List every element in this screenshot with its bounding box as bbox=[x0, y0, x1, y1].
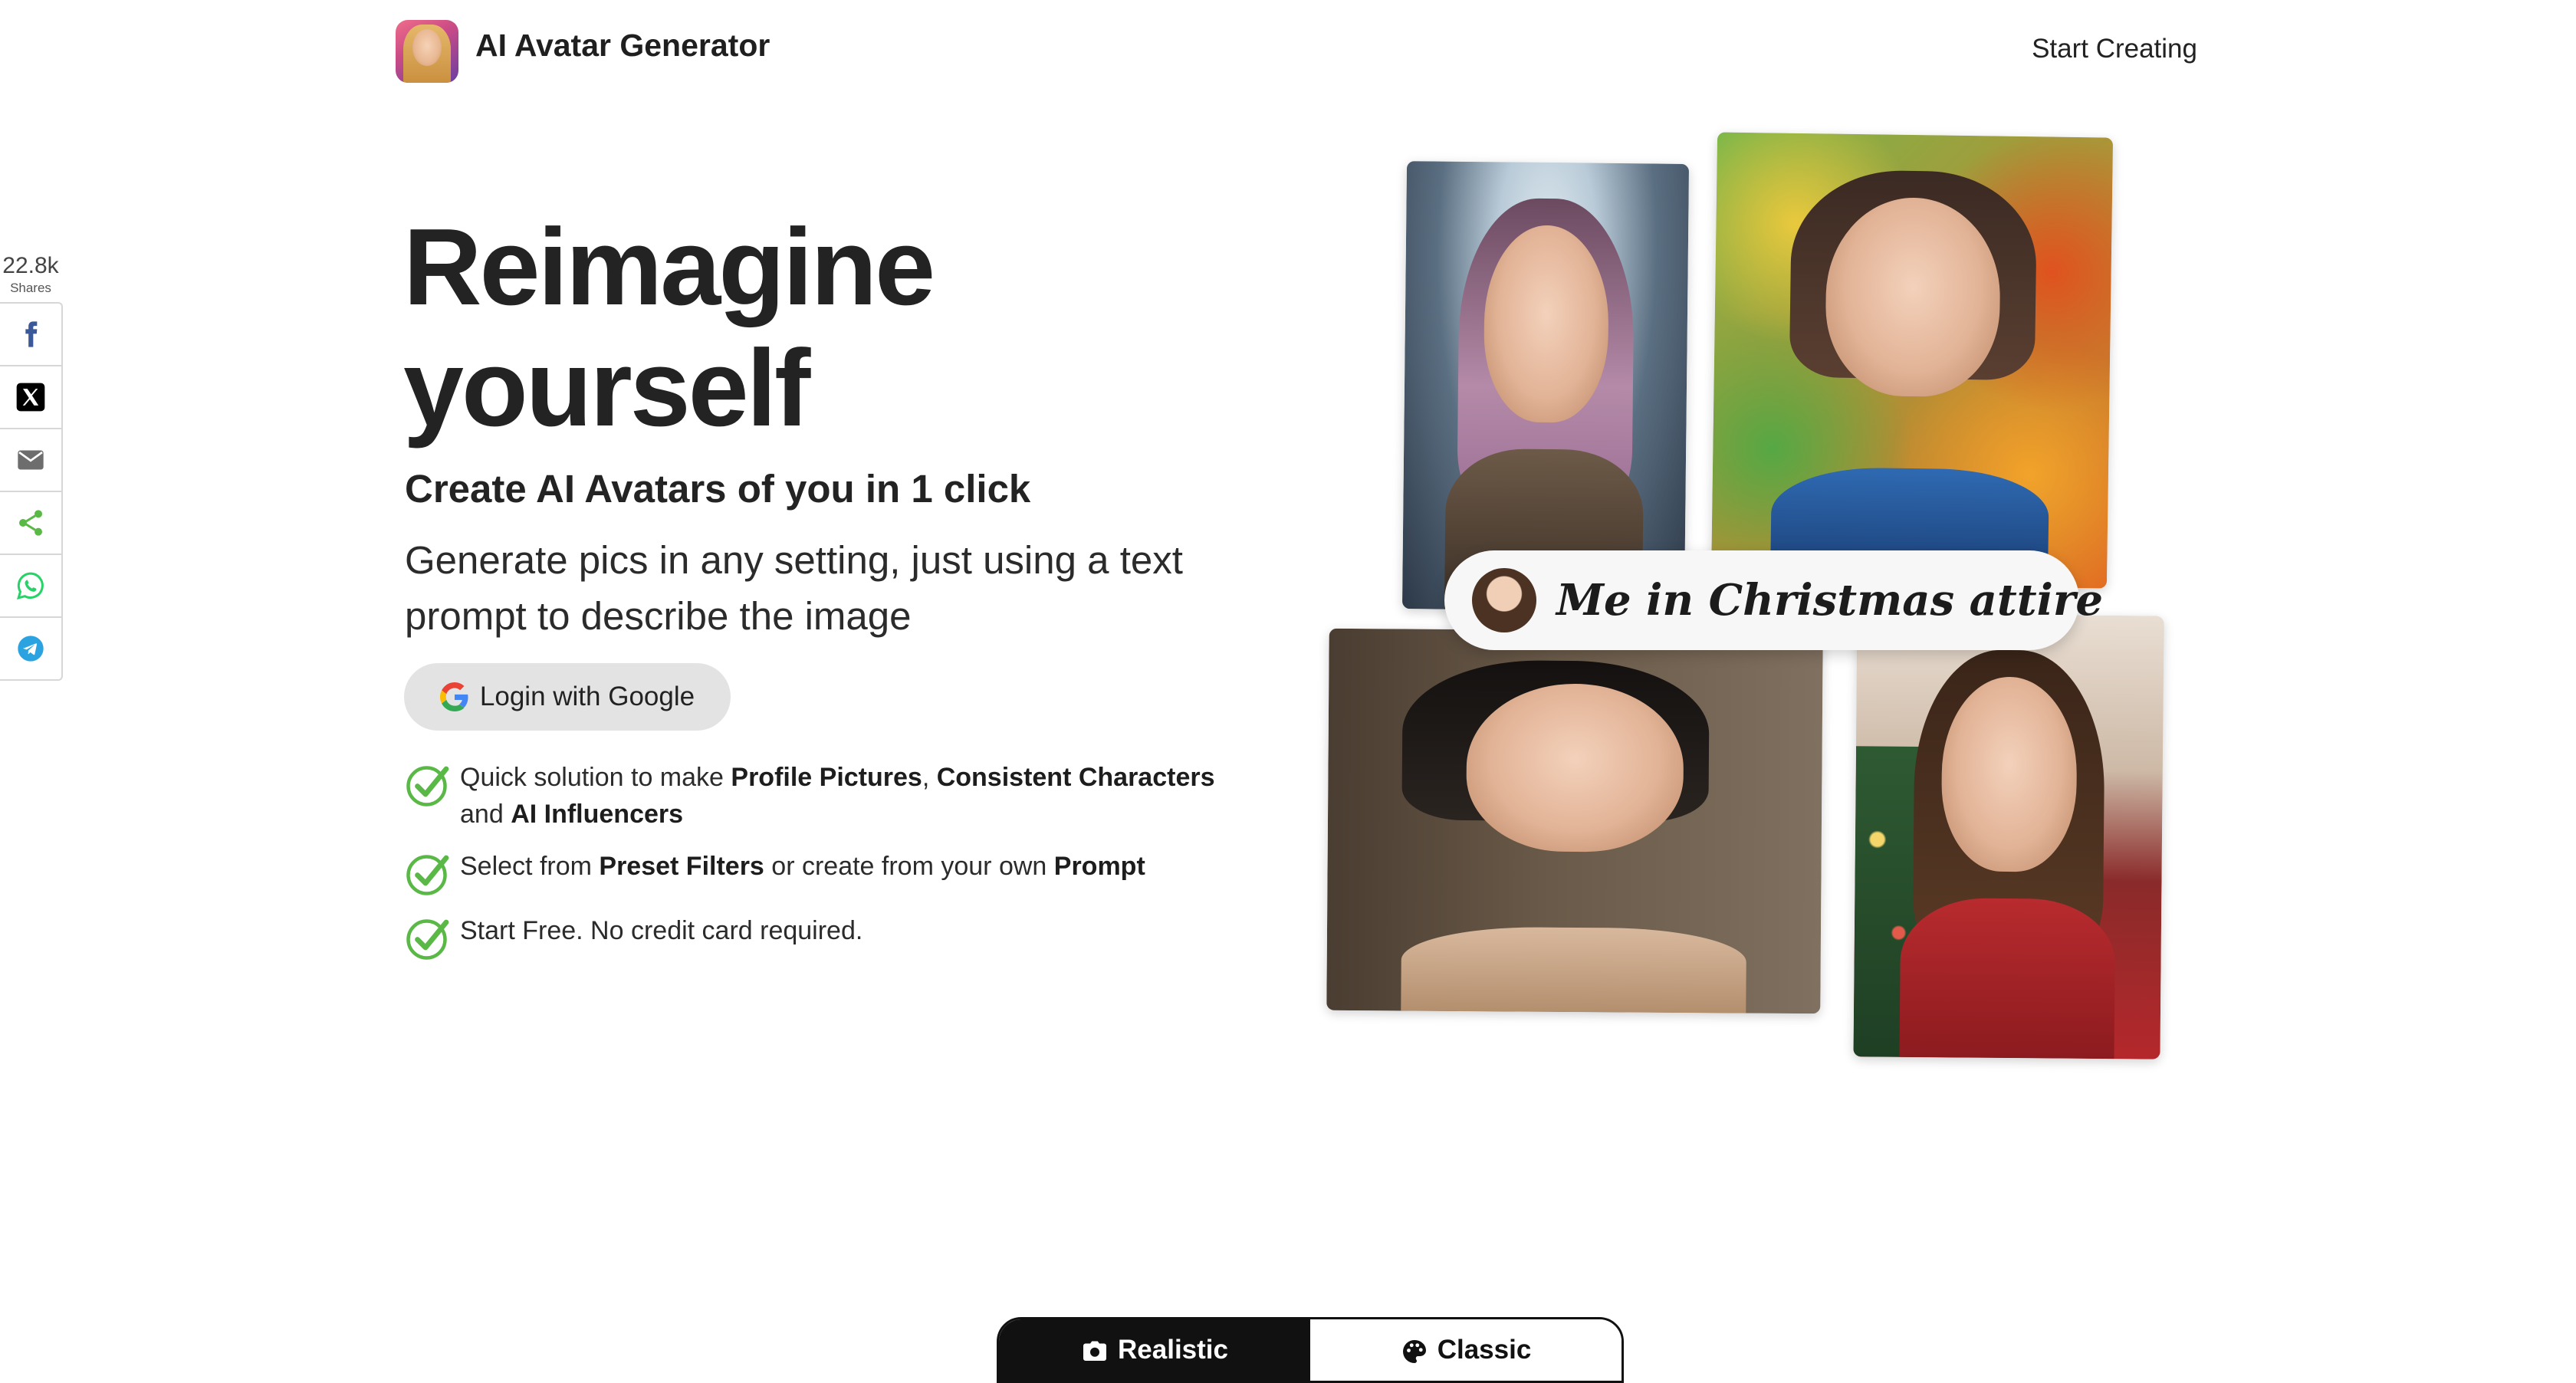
start-creating-link[interactable]: Start Creating bbox=[2032, 34, 2197, 64]
avatar-example-image bbox=[1401, 161, 1690, 612]
share-icon bbox=[19, 510, 42, 536]
x-icon bbox=[16, 383, 45, 412]
feature-item: Select from Preset Filters or create fro… bbox=[405, 848, 1286, 897]
telegram-icon bbox=[18, 636, 44, 662]
feature-text: Quick solution to make Profile Pictures,… bbox=[460, 763, 1215, 829]
email-icon bbox=[18, 450, 44, 470]
feature-text: Start Free. No credit card required. bbox=[460, 916, 863, 945]
feature-item: Start Free. No credit card required. bbox=[405, 912, 1286, 961]
facebook-icon bbox=[25, 321, 38, 347]
hero-title: Reimagine yourself bbox=[403, 207, 1093, 449]
brand-name[interactable]: AI Avatar Generator bbox=[475, 28, 770, 64]
check-icon bbox=[406, 855, 449, 895]
prompt-example-pill: Me in Christmas attire bbox=[1444, 550, 2103, 650]
tab-classic[interactable]: Classic bbox=[1310, 1319, 1622, 1381]
hero-title-line-2: yourself bbox=[403, 327, 810, 449]
share-count: 22.8k Shares bbox=[0, 253, 61, 296]
share-count-number: 22.8k bbox=[2, 253, 59, 278]
share-email-button[interactable] bbox=[0, 429, 61, 492]
avatar-example-image bbox=[1853, 613, 2164, 1059]
feature-text: Select from Preset Filters or create fro… bbox=[460, 852, 1145, 881]
share-telegram-button[interactable] bbox=[0, 618, 61, 679]
palette-icon bbox=[1402, 1340, 1426, 1363]
share-bar bbox=[0, 302, 63, 681]
brand-logo[interactable] bbox=[396, 20, 458, 83]
camera-icon bbox=[1083, 1341, 1107, 1361]
prompt-example-text: Me in Christmas attire bbox=[1556, 575, 2104, 626]
tab-classic-label: Classic bbox=[1437, 1335, 1532, 1365]
feature-item: Quick solution to make Profile Pictures,… bbox=[405, 759, 1286, 833]
login-button-label: Login with Google bbox=[479, 682, 695, 711]
login-with-google-button[interactable]: Login with Google bbox=[404, 663, 731, 731]
tab-realistic-label: Realistic bbox=[1118, 1335, 1228, 1365]
hero-subtitle: Create AI Avatars of you in 1 click bbox=[405, 467, 1031, 511]
logo-face bbox=[412, 29, 442, 66]
check-icon bbox=[406, 919, 449, 960]
avatar bbox=[1472, 568, 1536, 632]
whatsapp-icon bbox=[16, 572, 44, 600]
share-x-button[interactable] bbox=[0, 366, 61, 429]
avatar-example-image bbox=[1326, 628, 1823, 1014]
hero-title-line-1: Reimagine bbox=[403, 206, 935, 328]
style-tabs: Realistic Classic bbox=[997, 1317, 1624, 1383]
feature-list: Quick solution to make Profile Pictures,… bbox=[405, 759, 1286, 977]
tab-realistic[interactable]: Realistic bbox=[999, 1319, 1310, 1381]
avatar-example-image bbox=[1710, 132, 2114, 589]
share-facebook-button[interactable] bbox=[0, 304, 61, 366]
google-icon bbox=[439, 682, 468, 711]
share-whatsapp-button[interactable] bbox=[0, 555, 61, 618]
share-count-label: Shares bbox=[10, 281, 51, 295]
share-generic-button[interactable] bbox=[0, 492, 61, 555]
hero-description: Generate pics in any setting, just using… bbox=[405, 538, 1183, 638]
check-icon bbox=[406, 766, 449, 806]
